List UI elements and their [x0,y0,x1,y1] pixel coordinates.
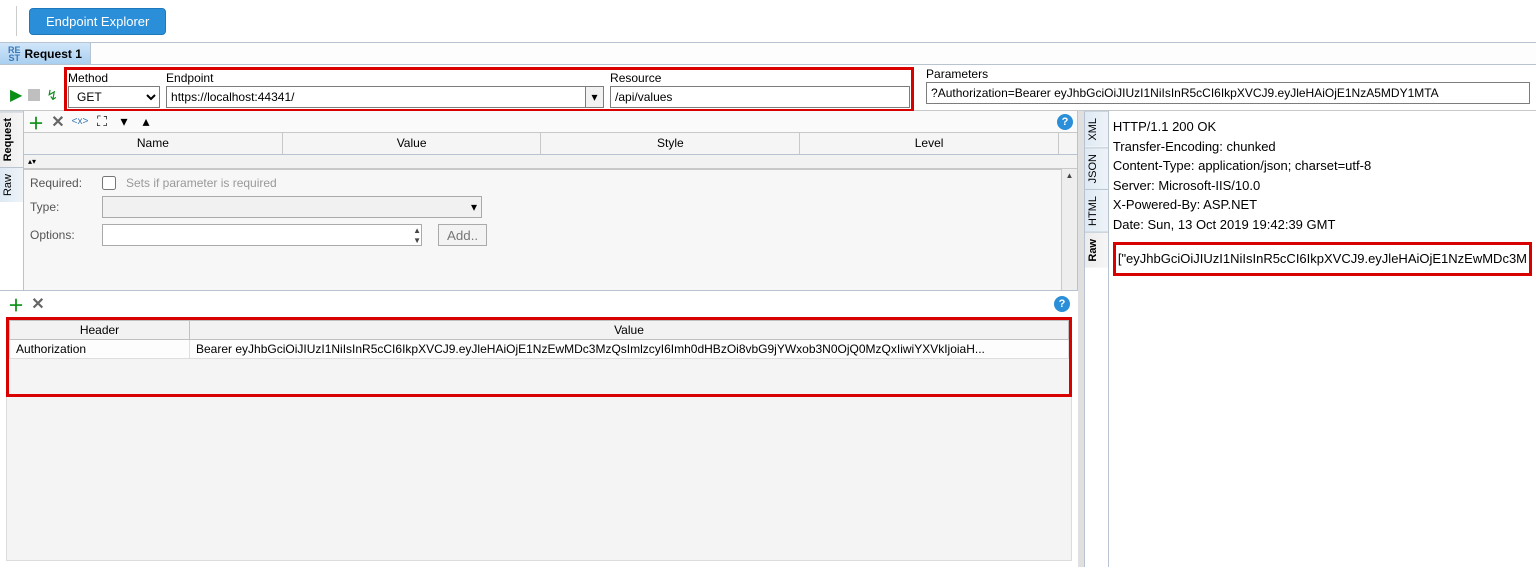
endpoint-dropdown-icon[interactable]: ▾ [586,86,604,108]
tab-bar: RE ST Request 1 [0,42,1536,65]
resp-line: Content-Type: application/json; charset=… [1113,156,1532,176]
method-select[interactable]: GET [68,86,160,108]
down-icon[interactable]: ▾ [116,114,132,130]
header-name-cell[interactable]: Authorization [10,340,190,359]
type-label: Type: [30,200,92,214]
side-tab-xml[interactable]: XML [1085,111,1108,147]
headers-table: Header Value Authorization Bearer eyJhbG… [9,320,1069,359]
add-param-icon[interactable]: ＋ [28,114,44,130]
stop-icon[interactable] [28,89,40,101]
col-header-value[interactable]: Value [190,321,1069,340]
headers-section: ＋ ✕ ? Header Value Authorization Bearer … [0,291,1078,567]
col-value[interactable]: Value [283,133,542,154]
params-section: Request Raw ＋ ✕ <x> ⛶ ▾ ▴ ? Name Value S… [0,111,1078,291]
response-highlight-frame: ["eyJhbGciOiJIUzI1NiIsInR5cCI6IkpXVCJ9.e… [1113,242,1532,276]
toolbar-divider [16,6,17,36]
param-columns: Name Value Style Level [24,133,1077,155]
options-label: Options: [30,228,92,242]
response-body: HTTP/1.1 200 OK Transfer-Encoding: chunk… [1109,111,1536,567]
parameters-input[interactable] [926,82,1530,104]
chevron-down-icon[interactable]: ▴▾ [28,157,36,166]
headers-help-icon[interactable]: ? [1054,296,1070,312]
xml-mode-icon[interactable]: <x> [72,114,88,130]
params-toolbar: ＋ ✕ <x> ⛶ ▾ ▴ ? [24,111,1077,133]
side-tab-html[interactable]: HTML [1085,189,1108,232]
parameters-label: Parameters [926,67,1530,82]
params-scrollbar[interactable]: ▲ [1061,169,1077,290]
resp-line: Server: Microsoft-IIS/10.0 [1113,176,1532,196]
response-side-tabs: XML JSON HTML Raw [1085,111,1109,567]
side-tab-request[interactable]: Request [0,111,23,167]
resp-line: X-Powered-By: ASP.NET [1113,195,1532,215]
col-style[interactable]: Style [541,133,800,154]
table-row[interactable]: Authorization Bearer eyJhbGciOiJIUzI1NiI… [10,340,1069,359]
required-hint: Sets if parameter is required [126,176,277,190]
up-icon[interactable]: ▴ [138,114,154,130]
top-toolbar: Endpoint Explorer [0,0,1536,42]
required-label: Required: [30,176,92,190]
main-area: Request Raw ＋ ✕ <x> ⛶ ▾ ▴ ? Name Value S… [0,111,1536,567]
col-scroll-spacer [1059,133,1077,154]
resp-line: Transfer-Encoding: chunked [1113,137,1532,157]
options-add-button[interactable]: Add.. [438,224,487,246]
resource-input[interactable] [610,86,910,108]
side-tab-raw[interactable]: Raw [0,167,23,202]
add-header-icon[interactable]: ＋ [8,296,24,312]
side-tab-raw-response[interactable]: Raw [1085,232,1108,268]
request-panel: Request Raw ＋ ✕ <x> ⛶ ▾ ▴ ? Name Value S… [0,111,1078,567]
remove-param-icon[interactable]: ✕ [50,114,66,130]
endpoint-label: Endpoint [166,71,604,86]
headers-highlight-frame: Header Value Authorization Bearer eyJhbG… [6,317,1072,397]
run-menu-icon[interactable]: ↯ [46,87,58,104]
side-tab-json[interactable]: JSON [1085,147,1108,189]
request-side-tabs: Request Raw [0,111,24,290]
expand-icon[interactable]: ⛶ [94,114,110,130]
required-checkbox[interactable] [102,176,116,190]
remove-header-icon[interactable]: ✕ [30,296,46,312]
col-level[interactable]: Level [800,133,1059,154]
response-panel: XML JSON HTML Raw HTTP/1.1 200 OK Transf… [1084,111,1536,567]
endpoint-explorer-button[interactable]: Endpoint Explorer [29,8,166,35]
request-row: ▶ ↯ Method GET Endpoint ▾ Resource Param… [0,65,1536,111]
tab-title: Request 1 [25,47,82,61]
tab-request-1[interactable]: RE ST Request 1 [0,43,91,64]
method-label: Method [68,71,160,86]
endpoint-input[interactable] [166,86,586,108]
resource-label: Resource [610,71,910,86]
col-name[interactable]: Name [24,133,283,154]
col-header[interactable]: Header [10,321,190,340]
help-icon[interactable]: ? [1057,114,1073,130]
run-icon[interactable]: ▶ [10,85,22,105]
resp-line: HTTP/1.1 200 OK [1113,117,1532,137]
type-dropdown[interactable]: ▾ [102,196,482,218]
rest-icon: RE ST [8,46,21,62]
options-list[interactable]: ▲▼ [102,224,422,246]
response-body-text: ["eyJhbGciOiJIUzI1NiIsInR5cCI6IkpXVCJ9.e… [1118,251,1527,266]
headers-empty-area [6,397,1072,561]
header-value-cell[interactable]: Bearer eyJhbGciOiJIUzI1NiIsInR5cCI6IkpXV… [190,340,1069,359]
resp-line: Date: Sun, 13 Oct 2019 19:42:39 GMT [1113,215,1532,235]
